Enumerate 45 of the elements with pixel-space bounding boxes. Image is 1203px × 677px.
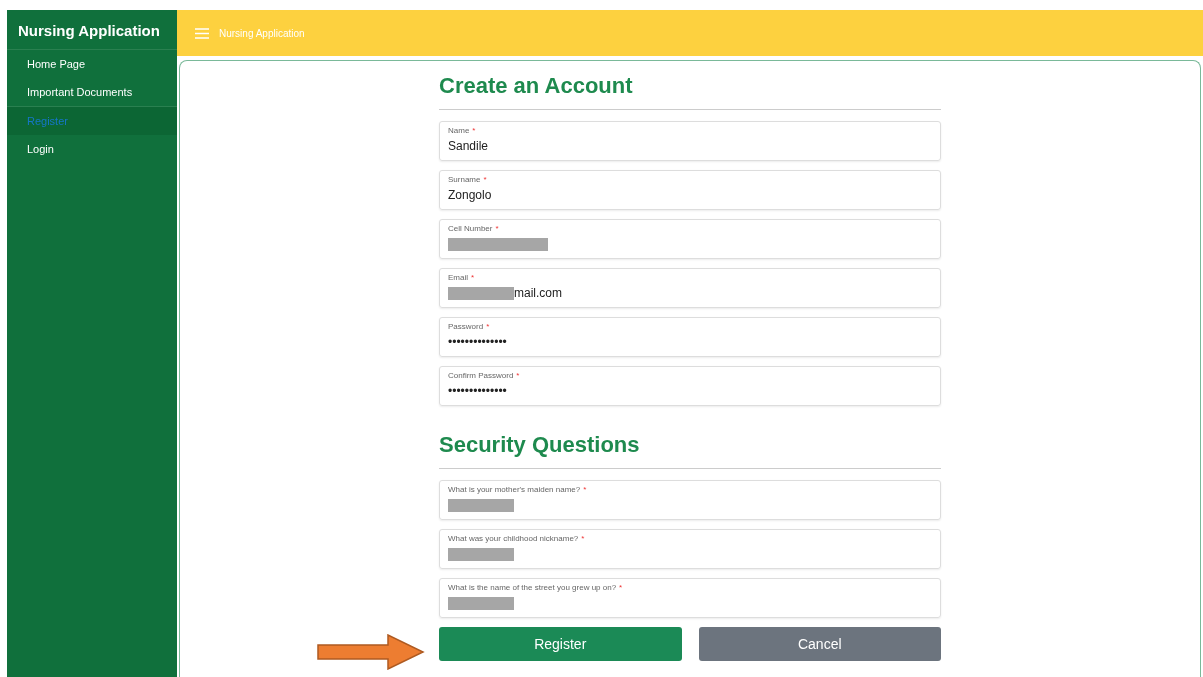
cancel-button[interactable]: Cancel bbox=[698, 627, 941, 661]
field-value: Zongolo bbox=[448, 188, 492, 202]
input-field[interactable]: What was your childhood nickname? * bbox=[439, 529, 941, 569]
required-mark: * bbox=[483, 175, 487, 184]
field-value: •••••••••••••• bbox=[448, 384, 507, 398]
input-field[interactable]: What is your mother's maiden name? * bbox=[439, 480, 941, 520]
section-heading: Create an Account bbox=[439, 73, 634, 100]
input-field[interactable]: What is the name of the street you grew up on? * bbox=[439, 578, 941, 618]
field-label: What is the name of the street you grew up on? bbox=[448, 583, 617, 592]
input-field[interactable]: Surname * Zongolo bbox=[439, 170, 941, 210]
input-field[interactable]: Confirm Password * •••••••••••••• bbox=[439, 366, 941, 406]
field-label: Name bbox=[448, 126, 470, 135]
input-field[interactable]: Name * Sandile bbox=[439, 121, 941, 161]
field-label: Confirm Password bbox=[448, 371, 514, 380]
field-label: Email bbox=[448, 273, 468, 282]
required-mark: * bbox=[495, 224, 499, 233]
input-field[interactable]: Password * •••••••••••••• bbox=[439, 317, 941, 357]
menu-icon[interactable] bbox=[195, 27, 209, 39]
input-field[interactable]: Email * mail.com bbox=[439, 268, 941, 308]
register-button[interactable]: Register bbox=[439, 627, 682, 661]
required-mark: * bbox=[486, 322, 490, 331]
section-heading: Security Questions bbox=[439, 432, 641, 459]
nav-item[interactable]: Home Page bbox=[7, 50, 177, 78]
field-label: What was your childhood nickname? bbox=[448, 534, 579, 543]
required-mark: * bbox=[581, 534, 585, 543]
field-label: Surname bbox=[448, 175, 481, 184]
redacted-block bbox=[448, 286, 514, 300]
input-field[interactable]: Cell Number * bbox=[439, 219, 941, 259]
header-title: Nursing Application bbox=[219, 27, 305, 39]
field-label: Cell Number bbox=[448, 224, 493, 233]
redacted-block bbox=[448, 498, 514, 512]
field-value: Sandile bbox=[448, 139, 489, 153]
arrow-icon bbox=[317, 634, 425, 670]
required-mark: * bbox=[619, 583, 623, 592]
field-value: mail.com bbox=[514, 286, 562, 300]
field-label: What is your mother's maiden name? bbox=[448, 485, 581, 494]
redacted-block bbox=[448, 596, 514, 610]
nav-item[interactable]: Login bbox=[7, 135, 177, 163]
required-mark: * bbox=[471, 273, 475, 282]
required-mark: * bbox=[472, 126, 476, 135]
required-mark: * bbox=[516, 371, 520, 380]
redacted-block bbox=[448, 547, 514, 561]
field-label: Password bbox=[448, 322, 484, 331]
field-value: •••••••••••••• bbox=[448, 335, 507, 349]
required-mark: * bbox=[583, 485, 587, 494]
